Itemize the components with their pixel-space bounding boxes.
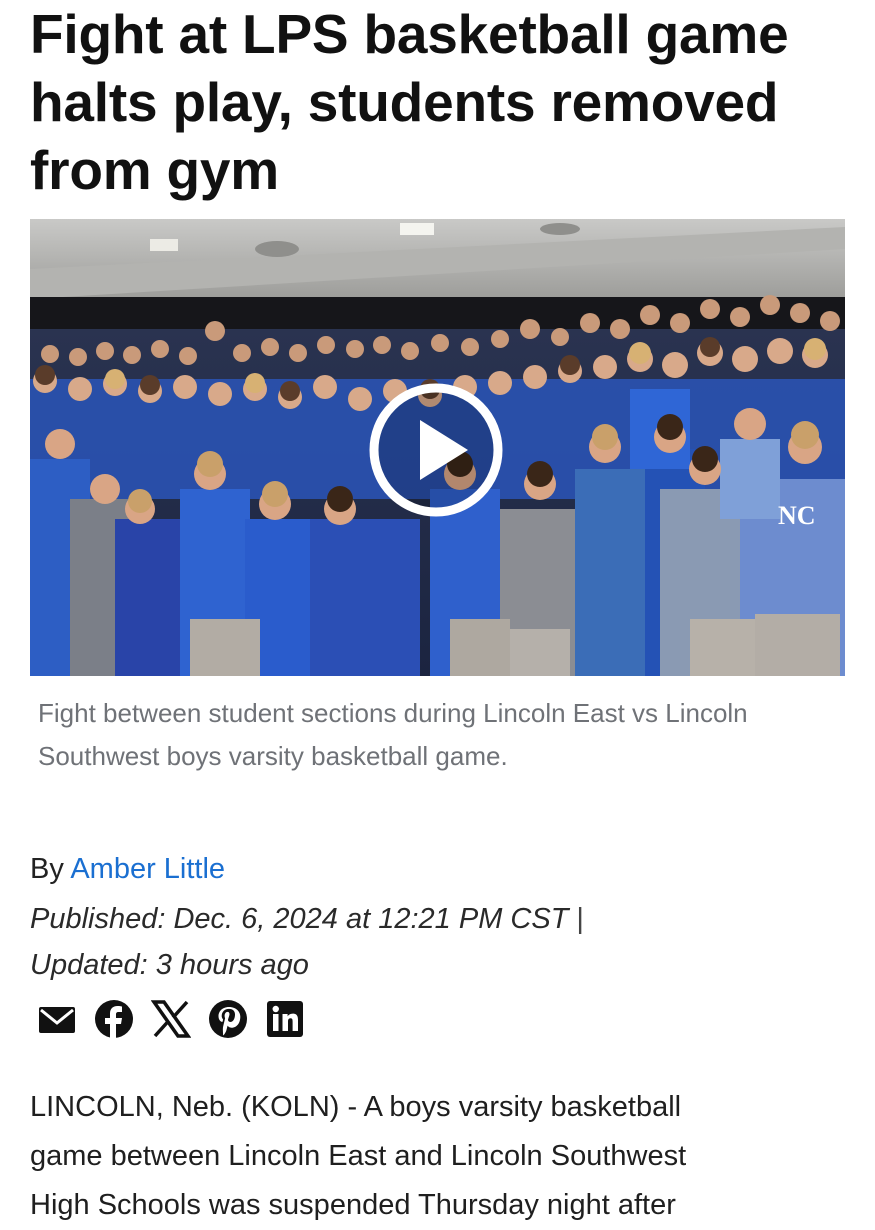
- facebook-icon[interactable]: [94, 999, 134, 1039]
- body-line: High Schools was suspended Thursday nigh…: [30, 1189, 676, 1221]
- pinterest-icon[interactable]: [208, 999, 248, 1039]
- x-icon[interactable]: [151, 999, 191, 1039]
- published-date: Published: Dec. 6, 2024 at 12:21 PM CST: [30, 903, 569, 935]
- share-bar: [37, 999, 305, 1039]
- linkedin-icon[interactable]: [265, 999, 305, 1039]
- article-headline: Fight at LPS basketball game halts play,…: [30, 3, 789, 201]
- image-caption: Fight between student sections during Li…: [38, 698, 748, 771]
- date-separator: |: [576, 903, 584, 935]
- author-link[interactable]: Amber Little: [70, 853, 225, 885]
- updated-time: Updated: 3 hours ago: [30, 949, 309, 981]
- publish-info: Published: Dec. 6, 2024 at 12:21 PM CST |…: [30, 896, 850, 988]
- email-icon[interactable]: [37, 999, 77, 1039]
- play-icon[interactable]: [368, 382, 504, 518]
- body-line: LINCOLN, Neb. (KOLN) - A boys varsity ba…: [30, 1091, 682, 1123]
- shirt-logo: NC: [778, 501, 816, 530]
- body-line: game between Lincoln East and Lincoln So…: [30, 1140, 687, 1172]
- byline: By Amber Little: [30, 848, 225, 890]
- byline-prefix: By: [30, 853, 64, 885]
- article-body: LINCOLN, Neb. (KOLN) - A boys varsity ba…: [30, 1083, 850, 1230]
